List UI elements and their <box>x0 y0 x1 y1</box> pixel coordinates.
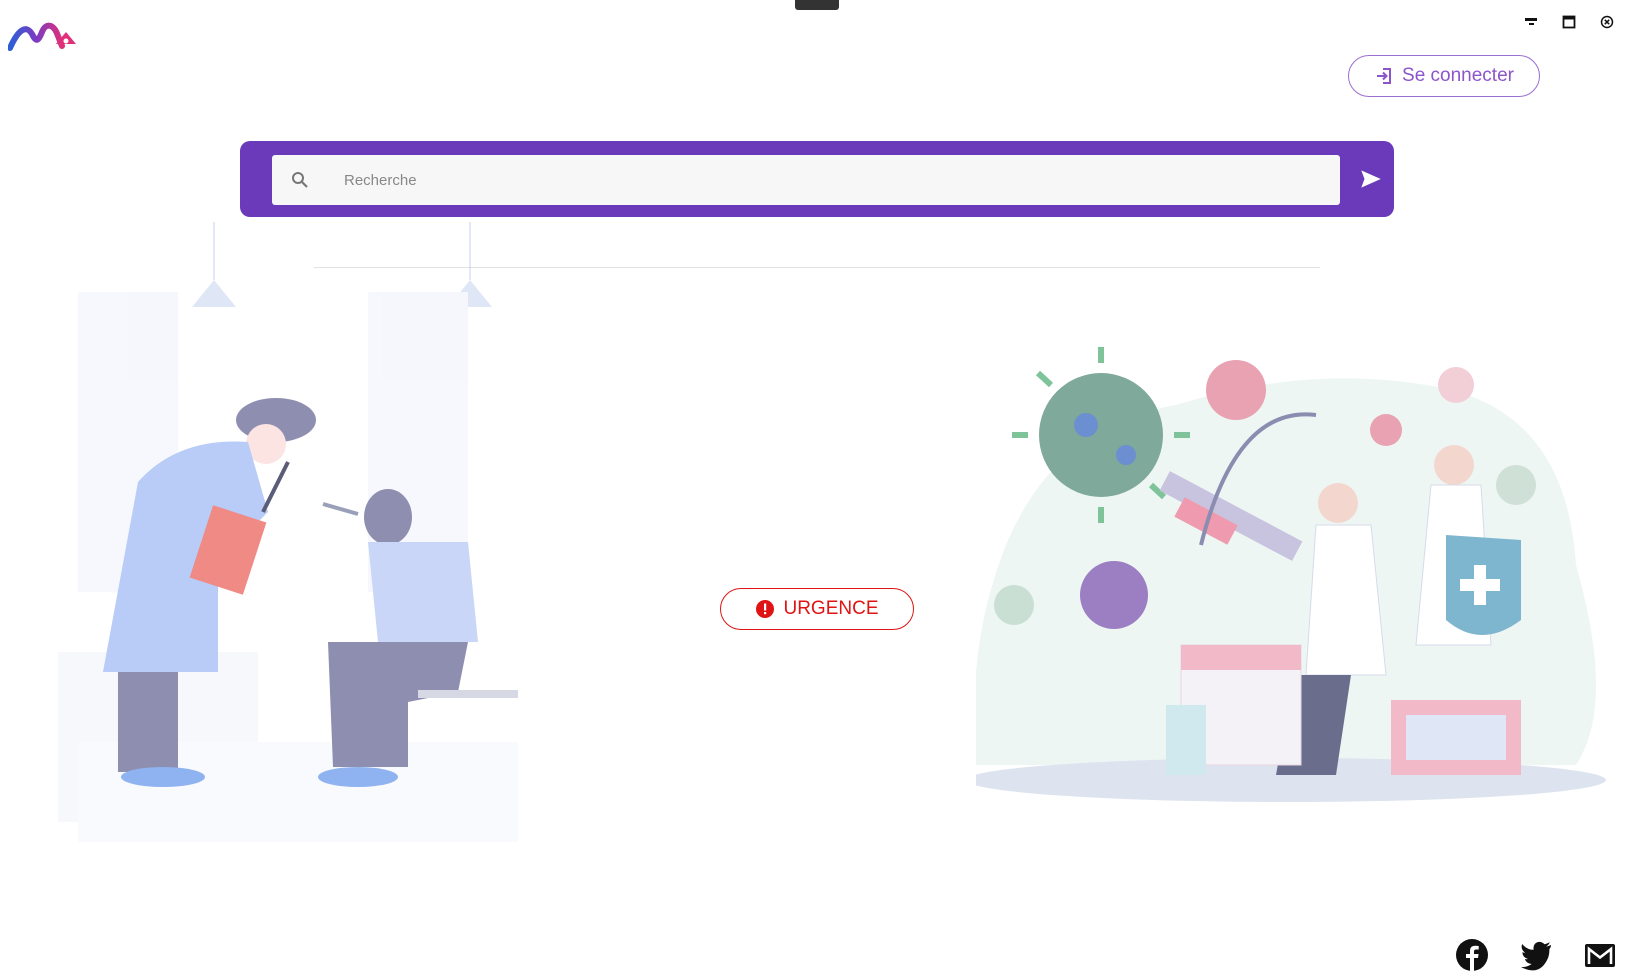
search-bar <box>240 141 1394 217</box>
send-icon[interactable] <box>1358 166 1384 192</box>
login-button[interactable]: Se connecter <box>1348 55 1540 97</box>
login-icon <box>1377 68 1392 84</box>
urgence-label: URGENCE <box>783 598 879 619</box>
brand-logo <box>8 22 76 51</box>
search-field[interactable] <box>272 155 1340 205</box>
mail-icon[interactable] <box>1583 938 1617 972</box>
close-icon[interactable] <box>1597 12 1617 32</box>
facebook-icon[interactable] <box>1455 938 1489 972</box>
twitter-icon[interactable] <box>1519 938 1553 972</box>
doctor-patient-illustration <box>58 222 518 842</box>
urgence-button[interactable]: URGENCE <box>720 588 914 630</box>
vaccine-illustration <box>976 347 1606 802</box>
search-input[interactable] <box>342 170 1246 190</box>
login-label: Se connecter <box>1402 65 1514 86</box>
alert-icon <box>756 600 775 618</box>
maximize-icon[interactable] <box>1559 12 1579 32</box>
top-drag-handle[interactable] <box>795 0 839 10</box>
minimize-icon[interactable] <box>1521 12 1541 32</box>
search-icon <box>292 172 308 188</box>
